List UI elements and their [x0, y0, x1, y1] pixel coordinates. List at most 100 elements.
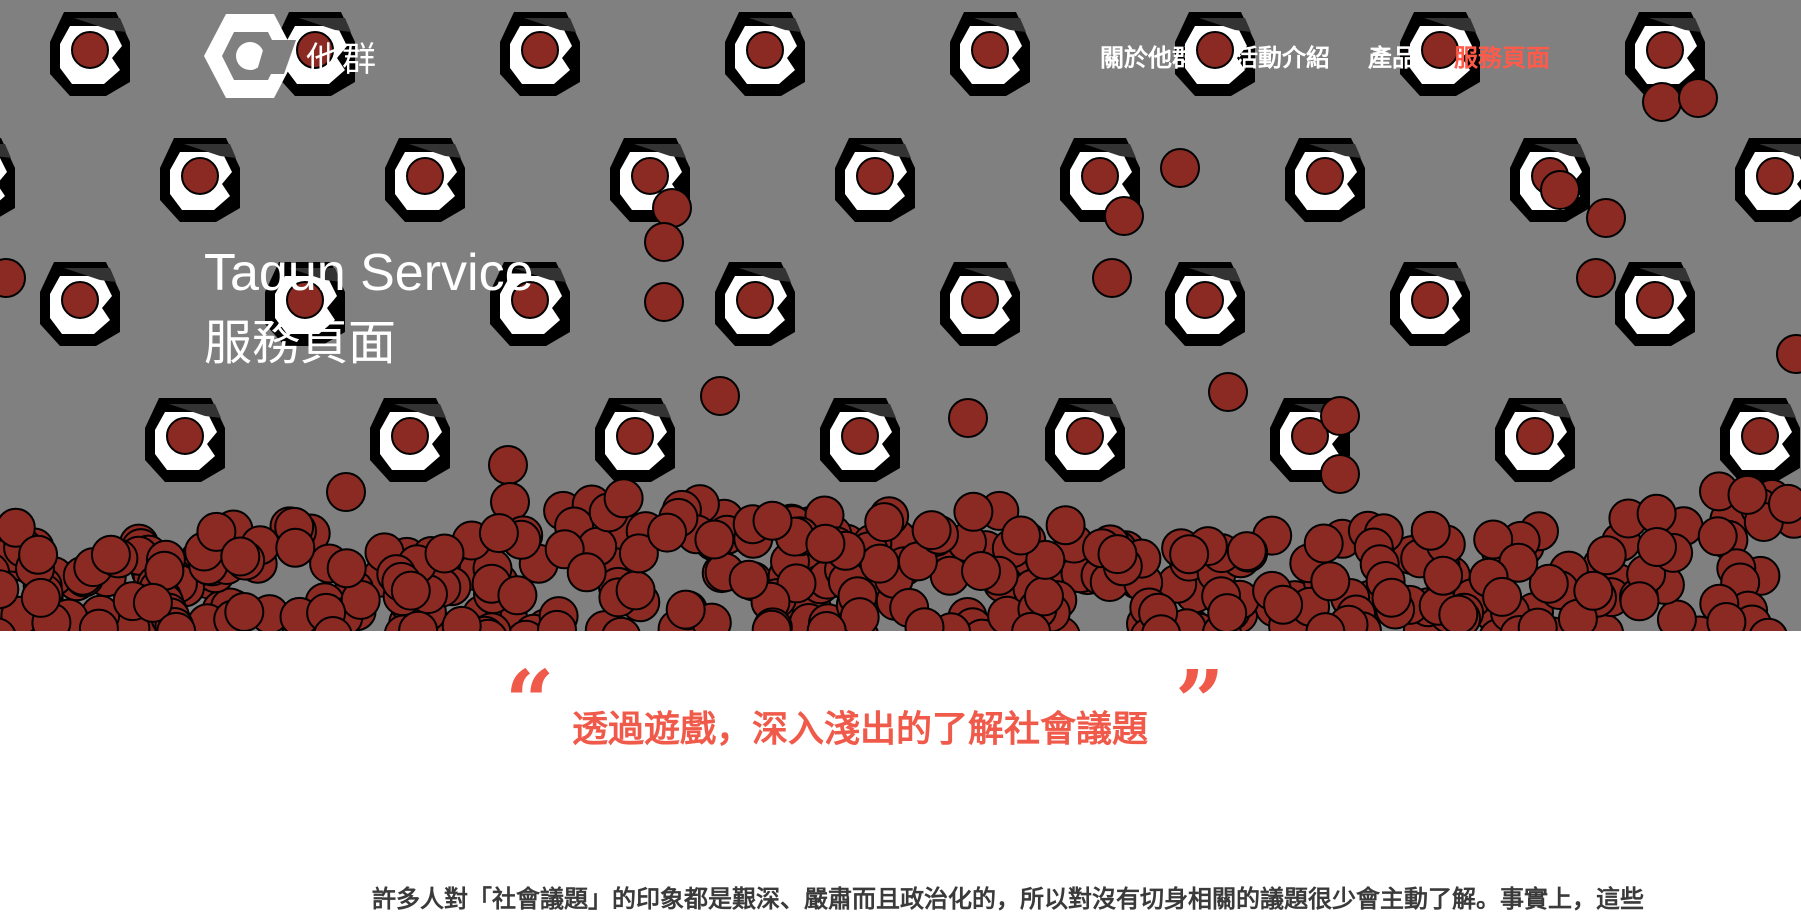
- falling-ball: [644, 282, 684, 322]
- open-quote-icon: “: [505, 652, 555, 753]
- hex-pattern-icon: [595, 398, 675, 482]
- piled-ball: [1706, 602, 1747, 631]
- piled-ball: [275, 527, 316, 568]
- piled-ball: [1482, 576, 1523, 617]
- piled-ball: [1226, 531, 1267, 572]
- piled-ball: [424, 533, 465, 574]
- falling-ball: [1104, 196, 1144, 236]
- falling-ball: [1208, 372, 1248, 412]
- close-quote-icon: ”: [1175, 652, 1225, 753]
- piled-ball: [1423, 555, 1464, 596]
- hex-pattern-icon: [370, 398, 450, 482]
- piled-ball: [805, 523, 846, 564]
- quote-text: 透過遊戲，深入淺出的了解社會議題: [572, 709, 1149, 750]
- nav-item-service[interactable]: 服務頁面: [1454, 38, 1550, 73]
- falling-ball: [1092, 258, 1132, 298]
- piled-ball: [1207, 593, 1248, 631]
- piled-ball: [953, 491, 994, 532]
- piled-ball: [1310, 561, 1351, 602]
- falling-ball: [1540, 170, 1580, 210]
- piled-ball: [1097, 534, 1138, 575]
- piled-ball: [1697, 516, 1738, 557]
- piled-ball: [1619, 581, 1660, 622]
- piled-ball: [864, 502, 905, 543]
- hero-banner: 他群 關於他群 活動介紹 產品 服務頁面 Taqun Service 服務頁面: [0, 0, 1801, 631]
- hex-pattern-icon: [1285, 138, 1365, 222]
- piled-ball: [497, 575, 538, 616]
- piled-ball: [1727, 474, 1768, 515]
- site-header: 他群 關於他群 活動介紹 產品 服務頁面: [0, 0, 1801, 120]
- hex-pattern-icon: [0, 138, 15, 217]
- piled-ball: [566, 552, 607, 593]
- falling-ball: [700, 376, 740, 416]
- piled-ball: [1586, 535, 1627, 576]
- hex-pattern-icon: [1720, 398, 1800, 482]
- piled-ball: [224, 592, 265, 631]
- piled-ball: [1001, 515, 1041, 556]
- falling-ball: [1576, 258, 1616, 298]
- hex-pattern-icon: [835, 138, 915, 222]
- nav-item-events[interactable]: 活動介紹: [1234, 38, 1330, 73]
- piled-ball: [1438, 594, 1479, 631]
- piled-ball: [752, 500, 793, 541]
- hero-title-en: Taqun Service: [204, 244, 534, 302]
- falling-ball: [644, 222, 684, 262]
- site-logo[interactable]: 他群: [204, 10, 378, 102]
- piled-ball: [1637, 527, 1677, 567]
- nav-item-about[interactable]: 關於他群: [1100, 38, 1196, 73]
- hex-pattern-icon: [1495, 398, 1575, 482]
- piled-ball: [390, 570, 431, 611]
- piled-ball: [961, 551, 1001, 591]
- hex-pattern-icon: [1390, 262, 1470, 346]
- piled-ball: [859, 543, 900, 584]
- piled-ball: [1410, 510, 1451, 551]
- piled-ball: [1045, 505, 1086, 546]
- piled-ball: [615, 570, 656, 611]
- hex-pattern-icon: [1615, 262, 1695, 346]
- piled-ball: [839, 597, 880, 631]
- falling-ball: [1776, 334, 1801, 374]
- hex-pattern-icon: [385, 138, 465, 222]
- brand-name: 他群: [306, 39, 378, 80]
- piled-ball: [1656, 599, 1697, 631]
- piled-ball: [1263, 584, 1304, 625]
- piled-ball: [20, 577, 61, 618]
- piled-ball: [1573, 570, 1614, 611]
- falling-ball: [652, 188, 692, 228]
- hex-pattern-icon: [1735, 138, 1801, 222]
- nav-item-products[interactable]: 產品: [1368, 38, 1416, 73]
- piled-ball: [911, 510, 952, 551]
- piled-ball: [728, 559, 769, 600]
- hex-pattern-icon: [160, 138, 240, 222]
- piled-ball: [665, 589, 706, 630]
- hex-pattern-icon: [40, 262, 120, 346]
- taqun-logo-icon: [204, 14, 296, 98]
- falling-ball: [948, 398, 988, 438]
- piled-ball: [1024, 576, 1064, 617]
- falling-ball: [488, 445, 528, 485]
- piled-ball: [220, 536, 261, 577]
- falling-ball: [1320, 396, 1360, 436]
- piled-ball: [1768, 483, 1801, 524]
- piled-ball: [18, 534, 59, 575]
- main-nav: 關於他群 活動介紹 產品 服務頁面: [1100, 38, 1550, 73]
- hex-pattern-icon: [820, 398, 900, 482]
- piled-ball: [326, 548, 367, 589]
- falling-ball: [326, 472, 366, 512]
- hero-title: Taqun Service 服務頁面: [204, 240, 534, 380]
- piled-ball: [90, 534, 131, 575]
- piled-ball: [1303, 523, 1344, 564]
- falling-ball: [1160, 148, 1200, 188]
- piled-ball: [647, 512, 688, 553]
- piled-ball: [603, 478, 644, 519]
- hex-pattern-icon: [1165, 262, 1245, 346]
- piled-ball: [1169, 534, 1210, 575]
- falling-ball: [0, 258, 26, 298]
- piled-ball: [1371, 577, 1412, 618]
- falling-ball: [1586, 198, 1626, 238]
- hex-pattern-icon: [1045, 398, 1125, 482]
- intro-paragraph: 許多人對「社會議題」的印象都是艱深、嚴肅而且政治化的，所以對沒有切身相關的議題很…: [372, 885, 1644, 913]
- piled-ball: [694, 519, 735, 560]
- hex-pattern-icon: [145, 398, 225, 482]
- piled-ball: [478, 513, 519, 554]
